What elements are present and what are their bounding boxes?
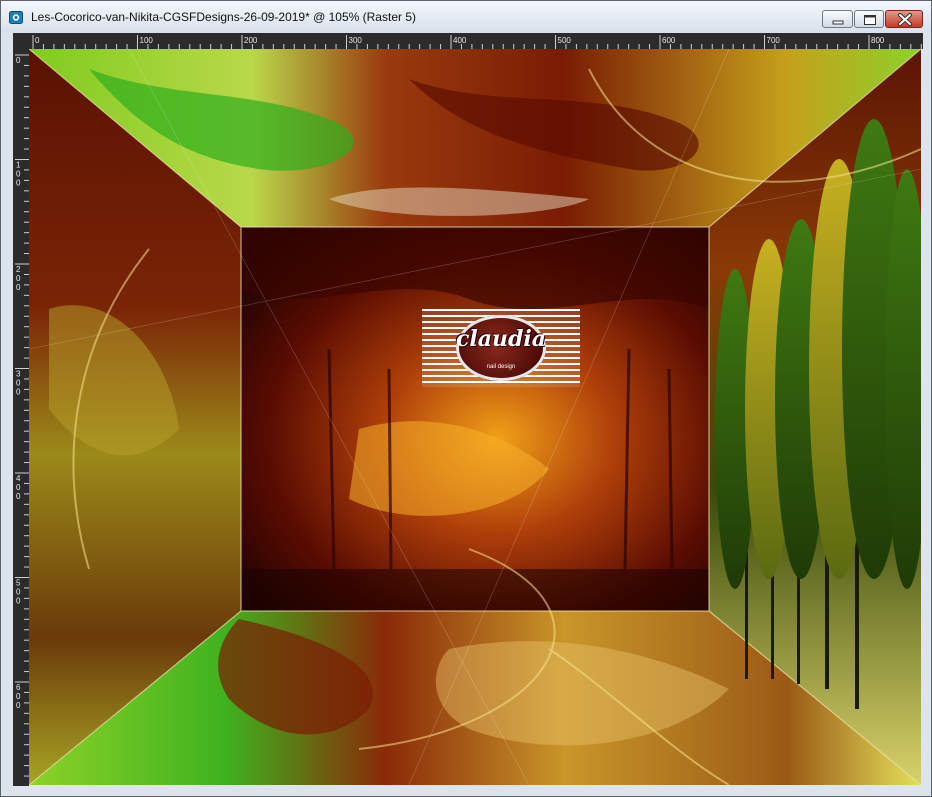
ruler-top-label: 400: [453, 36, 467, 45]
minimize-button[interactable]: [822, 10, 853, 28]
maximize-button[interactable]: [854, 10, 884, 28]
watermark-subtext: nail design: [486, 364, 516, 370]
psp-image-icon: [9, 11, 23, 24]
ruler-top-label: 800: [871, 36, 885, 45]
horizontal-ruler[interactable]: 0 100 200 300 400 500 600 700 800: [13, 33, 923, 49]
window-title: Les-Cocorico-van-Nikita-CGSFDesigns-26-0…: [31, 10, 416, 24]
close-button[interactable]: [885, 10, 923, 28]
artwork-image: [29, 49, 921, 785]
vertical-ruler-scale: 0 1 0 0 2 0 0 3 0 0 4 0 0 5 0 0 6 0 0: [15, 54, 29, 777]
ruler-top-label: 200: [244, 36, 258, 45]
ruler-top-label: 300: [349, 36, 363, 45]
ruler-top-label: 100: [140, 36, 154, 45]
ruler-left-label: 500: [16, 579, 21, 606]
title-bar[interactable]: Les-Cocorico-van-Nikita-CGSFDesigns-26-0…: [1, 1, 931, 33]
ruler-left-label: 200: [16, 265, 21, 292]
image-canvas[interactable]: claudia nail design: [29, 49, 921, 785]
ruler-top-label: 0: [35, 36, 40, 45]
ruler-left-label: 0: [16, 56, 21, 65]
ruler-top-label: 700: [767, 36, 781, 45]
horizontal-ruler-scale: 0 100 200 300 400 500 600 700 800: [32, 35, 922, 49]
watermark-text: claudia: [456, 326, 546, 352]
ruler-top-label: 500: [558, 36, 572, 45]
minimize-icon: [832, 20, 844, 25]
ruler-left-label: 300: [16, 370, 21, 397]
maximize-icon: [864, 15, 876, 25]
image-window: Les-Cocorico-van-Nikita-CGSFDesigns-26-0…: [0, 0, 932, 797]
watermark-stamp: claudia nail design: [422, 309, 580, 387]
ruler-left-label: 100: [16, 161, 21, 188]
vertical-ruler[interactable]: 0 100 200 300 400 500 600: [13, 49, 29, 786]
ruler-top-label: 600: [662, 36, 676, 45]
close-icon: [898, 13, 912, 26]
ruler-left-label: 600: [16, 683, 21, 710]
ruler-left-label: 400: [16, 474, 21, 501]
